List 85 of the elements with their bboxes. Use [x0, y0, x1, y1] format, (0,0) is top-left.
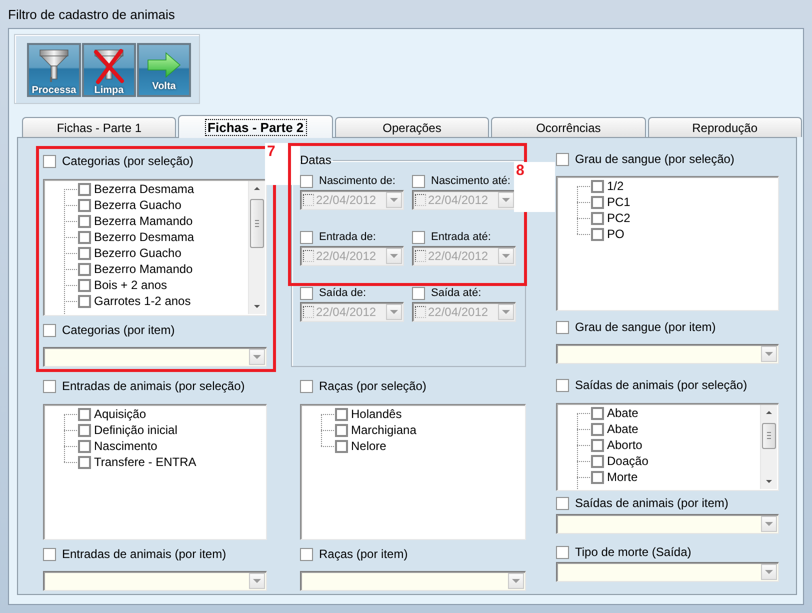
tree-item[interactable]: Morte [577, 469, 638, 485]
checkbox[interactable]: Raças (por seleção) [300, 378, 426, 394]
tab[interactable]: Fichas - Parte 1 [22, 117, 176, 137]
scroll-down-icon[interactable] [766, 480, 772, 483]
scroll-up-icon[interactable] [254, 187, 260, 190]
tree-item[interactable]: Bezerro Guacho [64, 245, 182, 261]
checkbox[interactable]: Grau de sangue (por seleção) [556, 151, 734, 167]
tree-item[interactable]: Bezerro Desmama [64, 229, 194, 245]
scrollbar[interactable] [760, 405, 777, 489]
dropdown-button[interactable] [249, 573, 265, 589]
tab[interactable]: Operações [334, 117, 490, 137]
checkbox[interactable]: Saídas de animais (por seleção) [556, 377, 748, 393]
tree-item[interactable]: Bezerra Desmama [64, 181, 194, 197]
caret-icon [502, 254, 510, 258]
funnel-icon [39, 49, 69, 85]
dropdown-button[interactable] [249, 349, 265, 365]
tree-connector-line [64, 414, 65, 462]
tree-item[interactable]: PO [577, 226, 624, 242]
checkbox[interactable]: Tipo de morte (Saída) [556, 544, 692, 560]
checkbox[interactable]: Raças (por item) [300, 546, 408, 562]
tree-item[interactable]: Bezerra Guacho [64, 197, 182, 213]
tree-item[interactable]: Transfere - ENTRA [64, 454, 196, 470]
tab[interactable]: Reprodução [648, 117, 802, 137]
scrollbar-thumb[interactable] [762, 423, 776, 449]
tree-item[interactable]: Aborto [577, 437, 642, 453]
dropdown-field[interactable] [556, 562, 779, 582]
caret-icon [253, 355, 261, 359]
tree-item[interactable]: Bezerro Mamando [64, 261, 193, 277]
tree-item[interactable]: Nascimento [64, 438, 158, 454]
tab[interactable]: Fichas - Parte 2 [178, 115, 333, 138]
caret-icon [253, 579, 261, 583]
tree-item[interactable]: Marchigiana [321, 422, 416, 438]
dropdown-button[interactable] [761, 564, 777, 580]
window-title: Filtro de cadastro de animais [7, 6, 176, 24]
dropdown-field[interactable] [43, 571, 267, 591]
tree-item[interactable]: PC2 [577, 210, 630, 226]
group-title: Datas [299, 153, 332, 167]
tree-connector-line [577, 186, 578, 234]
caret-icon [512, 579, 520, 583]
checkbox[interactable]: Categorias (por item) [43, 322, 175, 338]
tree-item[interactable]: Nelore [321, 438, 386, 454]
dropdown-button[interactable] [761, 516, 777, 532]
tree-connector-line [321, 414, 322, 446]
clear-button[interactable]: Limpa [82, 43, 136, 97]
checkbox[interactable]: Entradas de animais (por seleção) [43, 378, 245, 394]
dropdown-field[interactable] [556, 514, 779, 534]
caret-icon [390, 254, 398, 258]
caret-icon [502, 198, 510, 202]
tree-item[interactable]: Holandês [321, 406, 402, 422]
dropdown-button[interactable] [508, 573, 524, 589]
tree-item[interactable]: Doação [577, 453, 648, 469]
funnel-cross-icon [93, 49, 125, 85]
back-button[interactable]: Volta [137, 43, 191, 97]
process-button[interactable]: Processa [27, 43, 81, 97]
dropdown-field[interactable] [556, 344, 779, 364]
scrollbar-thumb[interactable] [250, 199, 264, 248]
annotation-number: 8 [514, 162, 555, 212]
scroll-up-icon[interactable] [766, 411, 772, 414]
scroll-down-icon[interactable] [254, 305, 260, 308]
caret-icon [390, 198, 398, 202]
tree-item[interactable]: 1/2 [577, 178, 624, 194]
tree-item[interactable]: Abate [577, 405, 638, 421]
tree-item[interactable]: Garrotes 1-2 anos [64, 293, 191, 309]
scrollbar[interactable] [248, 181, 265, 314]
dropdown-field[interactable] [43, 347, 267, 367]
tree-item[interactable]: PC1 [577, 194, 630, 210]
dropdown-field[interactable] [300, 571, 526, 591]
checkbox[interactable]: Categorias (por seleção) [43, 153, 194, 169]
caret-icon [502, 310, 510, 314]
caret-icon [765, 570, 773, 574]
tree-item[interactable]: Abate [577, 421, 638, 437]
right-arrow-icon [147, 51, 181, 79]
checkbox[interactable]: Entradas de animais (por item) [43, 546, 226, 562]
checkbox[interactable]: Saídas de animais (por item) [556, 495, 728, 511]
dropdown-button[interactable] [761, 346, 777, 362]
caret-icon [765, 522, 773, 526]
tree-item[interactable]: Definição inicial [64, 422, 178, 438]
tab[interactable]: Ocorrências [491, 117, 646, 137]
checkbox[interactable]: Grau de sangue (por item) [556, 319, 716, 335]
caret-icon [390, 310, 398, 314]
tree-item[interactable]: Bezerra Mamando [64, 213, 193, 229]
annotation-number: 7 [265, 143, 300, 185]
caret-icon [765, 352, 773, 356]
tree-item[interactable]: Aquisição [64, 406, 146, 422]
tree-item[interactable]: Bois + 2 anos [64, 277, 168, 293]
